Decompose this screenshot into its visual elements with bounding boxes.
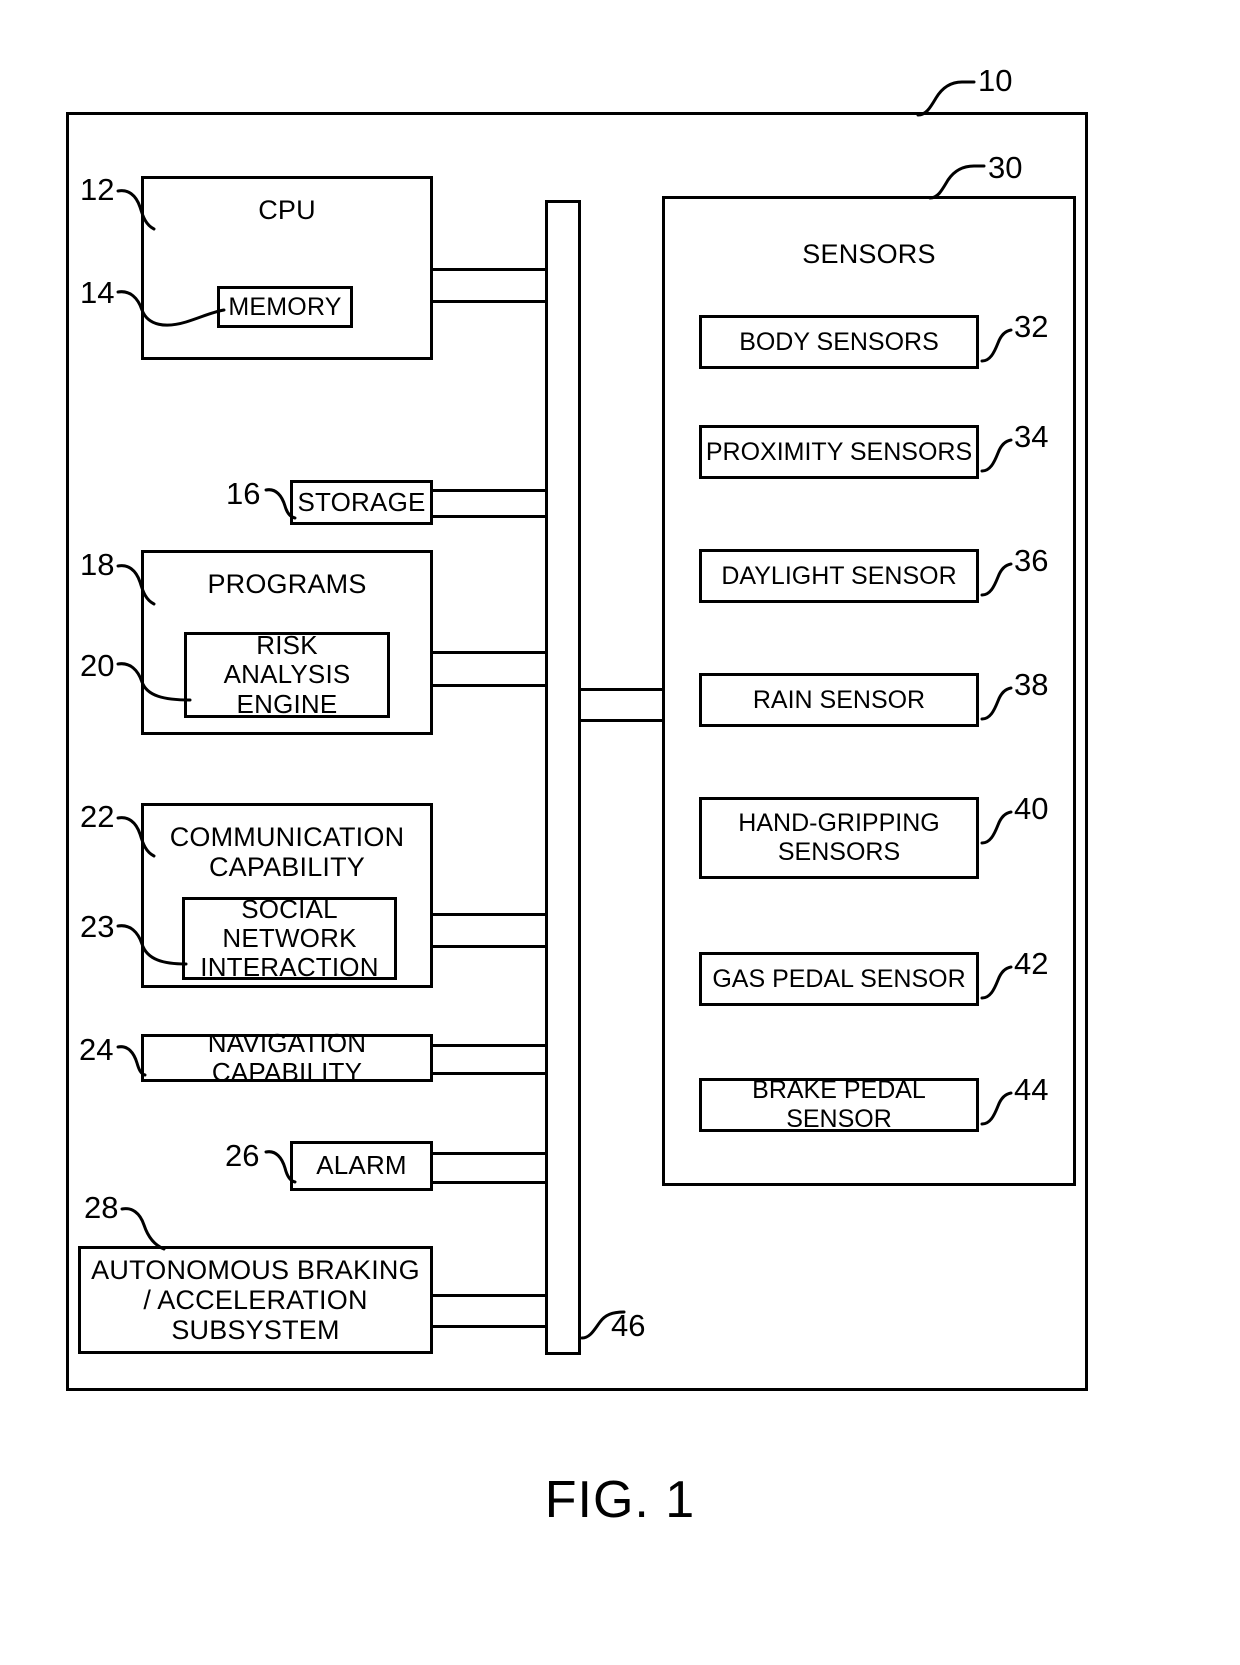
cpu-label: CPU: [258, 195, 316, 225]
communication-capability-label: COMMUNICATION CAPABILITY: [169, 822, 405, 883]
ref-numeral-28: 28: [84, 1190, 119, 1225]
leader-line-34: [980, 438, 1013, 473]
leader-line-23: [116, 924, 188, 966]
ref-numeral-32: 32: [1014, 309, 1049, 344]
connector-autonomous-bus-lower: [433, 1325, 548, 1328]
ref-numeral-12: 12: [80, 172, 115, 207]
sensor-block-hand-gripping: HAND-GRIPPING SENSORS: [699, 797, 979, 879]
connector-communication-bus-lower: [433, 945, 548, 948]
leader-line-44: [980, 1091, 1013, 1126]
alarm-label: ALARM: [316, 1150, 407, 1181]
system-bus: [545, 200, 581, 1355]
sensors-panel-label: SENSORS: [802, 239, 936, 269]
connector-cpu-bus-lower: [433, 300, 548, 303]
cpu-block: CPU: [141, 176, 433, 360]
ref-numeral-10: 10: [978, 63, 1013, 98]
ref-numeral-20: 20: [80, 648, 115, 683]
connector-navigation-bus-upper: [433, 1044, 548, 1047]
ref-numeral-24: 24: [79, 1032, 114, 1067]
leader-line-14: [116, 290, 226, 327]
ref-numeral-36: 36: [1014, 543, 1049, 578]
sensor-block-gas-pedal: GAS PEDAL SENSOR: [699, 952, 979, 1006]
autonomous-braking-block: AUTONOMOUS BRAKING / ACCELERATION SUBSYS…: [78, 1246, 433, 1354]
leader-line-18: [116, 564, 156, 606]
risk-analysis-engine-label: RISK ANALYSIS ENGINE: [223, 630, 351, 719]
ref-numeral-18: 18: [80, 547, 115, 582]
sensor-label-body: BODY SENSORS: [739, 327, 939, 356]
ref-numeral-14: 14: [80, 275, 115, 310]
leader-line-30: [928, 164, 986, 200]
social-network-interaction-label: SOCIAL NETWORK INTERACTION: [200, 893, 379, 983]
leader-line-26: [264, 1150, 297, 1184]
leader-line-42: [980, 965, 1013, 1000]
alarm-block: ALARM: [290, 1141, 433, 1191]
leader-line-36: [980, 562, 1013, 597]
leader-line-20: [116, 662, 192, 702]
leader-line-28: [120, 1207, 166, 1251]
connector-bus-sensors-upper: [578, 688, 664, 691]
ref-numeral-16: 16: [226, 476, 261, 511]
connector-storage-bus-upper: [433, 489, 548, 492]
ref-numeral-34: 34: [1014, 419, 1049, 454]
ref-numeral-26: 26: [225, 1138, 260, 1173]
leader-line-22: [116, 816, 156, 858]
connector-alarm-bus-upper: [433, 1152, 548, 1155]
connector-communication-bus-upper: [433, 913, 548, 916]
connector-alarm-bus-lower: [433, 1181, 548, 1184]
sensor-block-daylight: DAYLIGHT SENSOR: [699, 549, 979, 603]
connector-autonomous-bus-upper: [433, 1294, 548, 1297]
figure-caption: FIG. 1: [544, 1471, 696, 1529]
sensor-label-daylight: DAYLIGHT SENSOR: [721, 561, 957, 590]
navigation-capability-label: NAVIGATION CAPABILITY: [207, 1027, 367, 1087]
ref-numeral-22: 22: [80, 799, 115, 834]
leader-line-38: [980, 686, 1013, 721]
connector-storage-bus-lower: [433, 515, 548, 518]
sensor-block-body: BODY SENSORS: [699, 315, 979, 369]
autonomous-braking-label: AUTONOMOUS BRAKING / ACCELERATION SUBSYS…: [91, 1254, 420, 1346]
sensor-block-rain: RAIN SENSOR: [699, 673, 979, 727]
sensor-block-proximity: PROXIMITY SENSORS: [699, 425, 979, 479]
ref-numeral-44: 44: [1014, 1072, 1049, 1107]
memory-block: MEMORY: [217, 286, 353, 328]
leader-line-16: [264, 488, 297, 520]
storage-label: STORAGE: [297, 486, 426, 517]
leader-line-10: [916, 80, 976, 117]
sensor-label-gas-pedal: GAS PEDAL SENSOR: [712, 964, 966, 993]
sensor-label-proximity: PROXIMITY SENSORS: [705, 437, 973, 466]
connector-navigation-bus-lower: [433, 1072, 548, 1075]
connector-cpu-bus-upper: [433, 268, 548, 271]
ref-numeral-46: 46: [611, 1308, 646, 1343]
sensor-block-brake-pedal: BRAKE PEDAL SENSOR: [699, 1076, 979, 1133]
ref-numeral-38: 38: [1014, 667, 1049, 702]
leader-line-24: [116, 1045, 147, 1077]
connector-programs-bus-upper: [433, 651, 548, 654]
ref-numeral-42: 42: [1014, 946, 1049, 981]
leader-line-12: [116, 189, 156, 231]
ref-numeral-30: 30: [988, 150, 1023, 185]
memory-label: MEMORY: [228, 293, 342, 321]
risk-analysis-engine-block: RISK ANALYSIS ENGINE: [184, 630, 390, 719]
programs-label: PROGRAMS: [207, 569, 367, 599]
social-network-interaction-block: SOCIAL NETWORK INTERACTION: [182, 893, 397, 983]
navigation-capability-block: NAVIGATION CAPABILITY: [141, 1028, 433, 1087]
connector-bus-sensors-lower: [578, 719, 664, 722]
storage-block: STORAGE: [290, 480, 433, 525]
sensor-label-hand-gripping: HAND-GRIPPING SENSORS: [738, 809, 940, 866]
leader-line-32: [980, 328, 1013, 363]
patent-figure: 10 46 CPU MEMORY 12 14 STORAGE 16 PROGRA…: [0, 0, 1240, 1665]
sensor-label-rain: RAIN SENSOR: [752, 685, 926, 714]
ref-numeral-40: 40: [1014, 791, 1049, 826]
sensor-label-brake-pedal: BRAKE PEDAL SENSOR: [752, 1076, 926, 1133]
ref-numeral-23: 23: [80, 909, 115, 944]
connector-programs-bus-lower: [433, 684, 548, 687]
leader-line-40: [980, 810, 1013, 845]
